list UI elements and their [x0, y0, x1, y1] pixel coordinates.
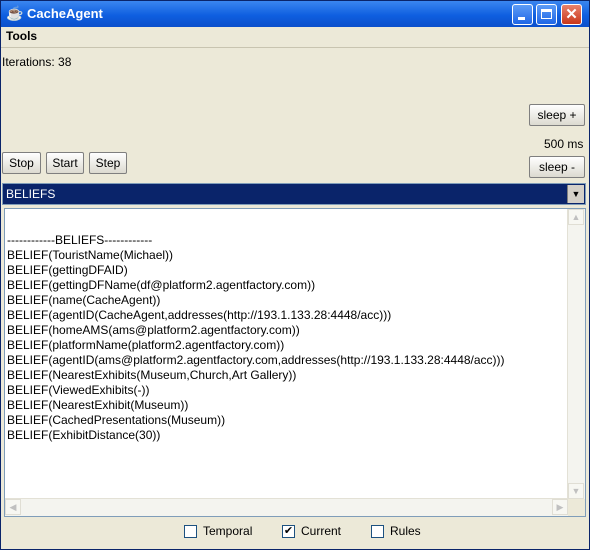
belief-line: BELIEF(gettingDFAID) [7, 263, 128, 277]
belief-line: BELIEF(name(CacheAgent)) [7, 293, 161, 307]
temporal-checkbox[interactable] [184, 525, 197, 538]
vertical-scrollbar[interactable]: ▲ ▼ [567, 209, 585, 499]
sleep-increase-button[interactable]: sleep + [529, 104, 585, 126]
belief-line: BELIEF(ViewedExhibits(-)) [7, 383, 150, 397]
belief-line: BELIEF(agentID(CacheAgent,addresses(http… [7, 308, 392, 322]
belief-line: BELIEF(ExhibitDistance(30)) [7, 428, 161, 442]
cacheagent-window: ☕ CacheAgent ✕ Tools Iterations: 38 slee… [0, 0, 590, 550]
current-label: Current [301, 524, 342, 538]
scroll-down-icon[interactable]: ▼ [568, 483, 584, 499]
scroll-up-icon[interactable]: ▲ [568, 209, 584, 225]
belief-line: BELIEF(NearestExhibits(Museum,Church,Art… [7, 368, 297, 382]
minimize-icon [518, 17, 525, 20]
view-select[interactable]: BELIEFS ▼ [2, 183, 586, 205]
iterations-label: Iterations: 38 [2, 55, 72, 69]
rules-checkbox[interactable] [371, 525, 384, 538]
menu-bar: Tools [1, 27, 589, 48]
belief-line: ------------BELIEFS------------ [7, 233, 153, 247]
belief-line: BELIEF(agentID(ams@platform2.agentfactor… [7, 353, 505, 367]
scroll-left-icon[interactable]: ◀ [5, 499, 21, 515]
belief-line: BELIEF(gettingDFName(df@platform2.agentf… [7, 278, 316, 292]
title-bar[interactable]: ☕ CacheAgent ✕ [1, 1, 589, 27]
scroll-right-icon[interactable]: ▶ [552, 499, 568, 515]
rules-label: Rules [390, 524, 421, 538]
beliefs-content: ------------BELIEFS------------ BELIEF(T… [7, 233, 567, 443]
step-button[interactable]: Step [89, 152, 127, 174]
chevron-down-icon[interactable]: ▼ [567, 185, 584, 203]
start-button[interactable]: Start [46, 152, 84, 174]
belief-line: BELIEF(TouristName(Michael)) [7, 248, 174, 262]
window-title: CacheAgent [27, 6, 103, 21]
cup-icon: ☕ [6, 5, 24, 21]
belief-line: BELIEF(platformName(platform2.agentfacto… [7, 338, 285, 352]
belief-line: BELIEF(CachedPresentations(Museum)) [7, 413, 226, 427]
close-button[interactable]: ✕ [561, 4, 582, 25]
belief-line: BELIEF(NearestExhibit(Museum)) [7, 398, 189, 412]
beliefs-text-area[interactable]: ------------BELIEFS------------ BELIEF(T… [4, 208, 586, 517]
sleep-value: 500 ms [544, 137, 584, 151]
sleep-decrease-button[interactable]: sleep - [529, 156, 585, 178]
view-select-value: BELIEFS [6, 187, 56, 201]
options-bar: Temporal ✔ Current Rules [1, 524, 589, 543]
current-checkbox[interactable]: ✔ [282, 525, 295, 538]
maximize-icon [541, 9, 552, 19]
horizontal-scrollbar[interactable]: ◀ ▶ [5, 498, 568, 516]
scroll-corner [568, 499, 585, 516]
minimize-button[interactable] [512, 4, 533, 25]
temporal-label: Temporal [203, 524, 253, 538]
close-icon: ✕ [565, 6, 578, 23]
stop-button[interactable]: Stop [2, 152, 41, 174]
maximize-button[interactable] [536, 4, 557, 25]
menu-tools[interactable]: Tools [6, 29, 37, 43]
belief-line: BELIEF(homeAMS(ams@platform2.agentfactor… [7, 323, 300, 337]
